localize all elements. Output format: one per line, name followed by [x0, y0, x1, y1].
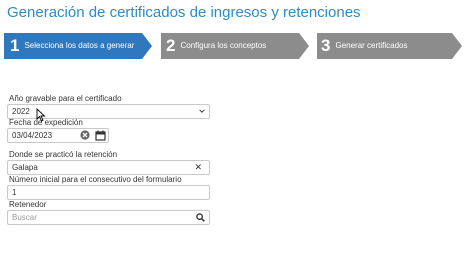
retainer-search-input[interactable]: Buscar — [7, 210, 210, 225]
place-value: Galapa — [12, 163, 38, 172]
date-field[interactable]: 03/04/2023 — [7, 128, 109, 143]
date-value: 03/04/2023 — [12, 131, 53, 140]
page-title: Generación de certificados de ingresos y… — [7, 4, 361, 21]
place-label: Donde se practicó la retención — [9, 150, 118, 159]
search-icon[interactable] — [196, 213, 205, 222]
year-label: Año gravable para el certificado — [9, 94, 122, 103]
step-label: Configura los conceptos — [180, 41, 267, 50]
year-value: 2022 — [12, 107, 30, 116]
retainer-label: Retenedor — [9, 200, 47, 209]
retainer-placeholder: Buscar — [12, 213, 37, 222]
step-3-generate-certificates[interactable]: 3 Generar certificados — [317, 33, 462, 59]
step-label: Generar certificados — [335, 41, 408, 50]
consecutive-input[interactable]: 1 — [7, 185, 210, 200]
step-2-configure-concepts[interactable]: 2 Configura los conceptos — [161, 33, 309, 59]
chevron-down-icon[interactable] — [199, 108, 205, 114]
step-number: 2 — [166, 36, 176, 55]
step-label: Selecciona los datos a generar — [24, 41, 135, 50]
mouse-cursor-icon — [36, 108, 46, 122]
place-field[interactable]: Galapa ✕ — [7, 160, 210, 175]
close-icon[interactable]: ✕ — [194, 161, 202, 174]
step-number: 3 — [321, 36, 331, 55]
step-1-select-data[interactable]: 1 Selecciona los datos a generar — [4, 33, 152, 59]
consecutive-value: 1 — [12, 188, 17, 197]
step-number: 1 — [10, 36, 20, 55]
calendar-icon[interactable] — [95, 130, 106, 141]
clear-icon[interactable] — [80, 130, 90, 140]
consecutive-label: Número inicial para el consecutivo del f… — [9, 175, 182, 184]
certificate-generation-page: Generación de certificados de ingresos y… — [0, 0, 474, 272]
